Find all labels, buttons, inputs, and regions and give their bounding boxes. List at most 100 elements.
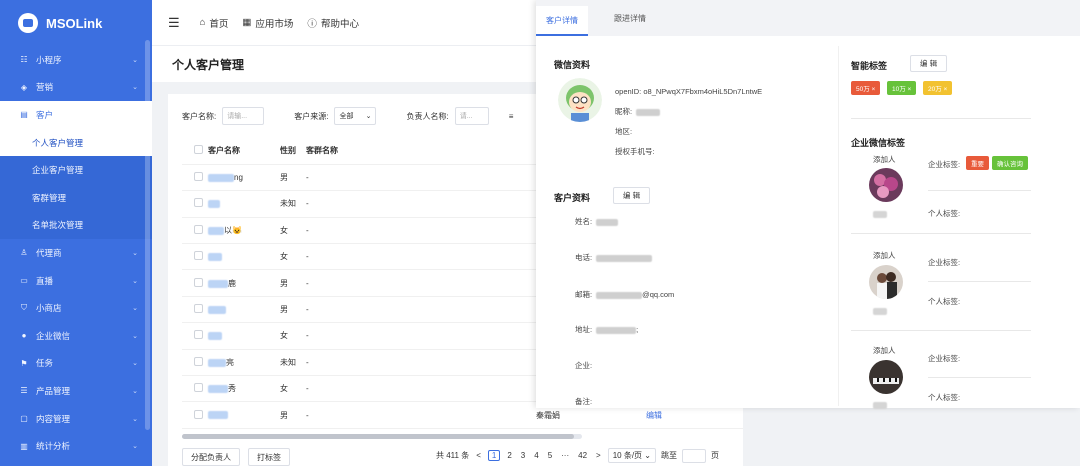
page-button[interactable]: 3 — [519, 451, 527, 460]
customer-name-cell[interactable]: 亮 — [208, 349, 280, 377]
gender-cell: 男 — [280, 269, 306, 297]
customer-name-suffix: 鹿 — [228, 278, 236, 288]
tag-button[interactable]: 打标签 — [248, 448, 290, 466]
jump-page-input[interactable] — [682, 448, 706, 463]
row-checkbox[interactable] — [194, 330, 203, 340]
sidebar-item-content[interactable]: ▢ 内容管理 ⌄ — [0, 405, 152, 433]
page-size-value: 10 条/页 — [612, 451, 643, 460]
gender-cell: 男 — [280, 164, 306, 192]
sidebar-item-agent[interactable]: ♙ 代理商 ⌄ — [0, 239, 152, 267]
table-horizontal-scrollbar[interactable] — [182, 434, 582, 439]
tab-customer-detail[interactable]: 客户详情 — [536, 6, 588, 36]
menu-toggle-icon[interactable]: ☰ — [168, 15, 180, 31]
customer-name-redacted — [208, 305, 226, 314]
name-filter-input[interactable]: 请输... — [222, 107, 265, 125]
sidebar-item-stats[interactable]: ▥ 统计分析 ⌄ — [0, 432, 152, 460]
next-page-button[interactable]: > — [594, 451, 603, 460]
scrollbar-thumb[interactable] — [182, 434, 574, 439]
row-checkbox[interactable] — [194, 383, 203, 393]
gender-cell: 女 — [280, 375, 306, 403]
page-button[interactable]: 2 — [505, 451, 513, 460]
table-footer: 分配负责人 打标签 共 411 条 < 1 2 3 4 5 ··· 42 > 1… — [182, 448, 743, 466]
row-select-cell — [182, 190, 208, 218]
row-checkbox[interactable] — [194, 409, 203, 419]
sidebar-subitem-batches[interactable]: 名单批次管理 — [0, 212, 152, 240]
sidebar-item-label: 个人客户管理 — [32, 137, 84, 148]
group-name-cell: - — [306, 217, 536, 245]
nav-home[interactable]: ⌂ 首页 — [200, 16, 229, 30]
row-select-cell — [182, 375, 208, 403]
row-checkbox[interactable] — [194, 198, 203, 208]
pagination-total: 共 411 条 — [436, 451, 470, 460]
page-ellipsis[interactable]: ··· — [559, 451, 571, 460]
sidebar-item-label: 统计分析 — [36, 441, 71, 452]
sidebar-item-wecom[interactable]: ● 企业微信 ⌄ — [0, 322, 152, 350]
company-tag[interactable]: 重要 — [966, 156, 989, 170]
sidebar-item-label: 代理商 — [36, 247, 62, 258]
sidebar-item-miniprogram[interactable]: ☷ 小程序 ⌄ — [0, 46, 152, 74]
sidebar-item-task[interactable]: ⚑ 任务 ⌄ — [0, 350, 152, 378]
chevron-down-icon: ⌄ — [132, 387, 138, 395]
chevron-down-icon: ⌄ — [132, 415, 138, 423]
sidebar-item-shop[interactable]: ⛉ 小商店 ⌄ — [0, 294, 152, 322]
logo-icon — [18, 13, 38, 33]
customer-name-cell[interactable] — [208, 296, 280, 324]
customer-name-cell[interactable] — [208, 243, 280, 271]
tab-follow-up-detail[interactable]: 跟进详情 — [604, 0, 656, 36]
sidebar-item-customer[interactable]: ▤ 客户 — [0, 101, 152, 129]
row-checkbox[interactable] — [194, 304, 203, 314]
sidebar-item-label: 小商店 — [36, 303, 62, 314]
customer-name-cell[interactable] — [208, 401, 280, 429]
region-field: 地区: — [615, 126, 632, 137]
row-checkbox[interactable] — [194, 172, 203, 182]
customer-name-cell[interactable]: 秀 — [208, 375, 280, 403]
smart-tag[interactable]: 20万 × — [923, 81, 953, 95]
email-label: 邮箱: — [575, 290, 593, 299]
row-checkbox[interactable] — [194, 251, 203, 261]
page-button[interactable]: 1 — [487, 450, 501, 461]
sidebar-scrollbar[interactable] — [145, 40, 150, 430]
nav-help[interactable]: ⓘ 帮助中心 — [307, 16, 359, 30]
page-button[interactable]: 42 — [576, 451, 589, 460]
smart-tag[interactable]: 10万 × — [887, 81, 917, 95]
customer-name-cell[interactable]: ng — [208, 164, 280, 192]
smart-tag[interactable]: 50万 × — [851, 81, 881, 95]
sidebar-item-live[interactable]: ▭ 直播 ⌄ — [0, 267, 152, 295]
info-icon: ⓘ — [307, 18, 317, 30]
couple-avatar-icon — [869, 265, 903, 299]
page-button[interactable]: 4 — [532, 451, 540, 460]
openid-field: openID: o8_NPwqX7Fbxm4oHiL5Dn7LntwE — [615, 87, 762, 96]
logo[interactable]: MSOLink — [0, 0, 152, 46]
sidebar-subitem-personal-customers[interactable]: 个人客户管理 — [0, 128, 152, 157]
customer-name-cell[interactable] — [208, 190, 280, 218]
company-tag[interactable]: 确认咨询 — [992, 156, 1028, 170]
sidebar-subitem-enterprise-customers[interactable]: 企业客户管理 — [0, 156, 152, 184]
col-header-name: 客户名称 — [208, 138, 280, 165]
row-select-cell — [182, 164, 208, 192]
nav-app-market[interactable]: ▦ 应用市场 — [242, 16, 293, 30]
row-checkbox[interactable] — [194, 224, 203, 234]
row-checkbox[interactable] — [194, 277, 203, 287]
sidebar-item-label: 内容管理 — [36, 413, 71, 424]
edit-customer-profile-button[interactable]: 编 辑 — [613, 187, 651, 204]
sidebar-subitem-groups[interactable]: 客群管理 — [0, 184, 152, 212]
sidebar-item-marketing[interactable]: ◈ 营销 ⌄ — [0, 74, 152, 102]
customer-name-cell[interactable]: 以😺 — [208, 217, 280, 245]
section-divider — [851, 118, 1031, 119]
customer-name-cell[interactable]: 鹿 — [208, 269, 280, 297]
customer-name-cell[interactable] — [208, 322, 280, 350]
source-filter-select[interactable]: 全部 ⌄ — [334, 107, 377, 125]
address-field: 地址:; — [575, 324, 638, 335]
page-size-select[interactable]: 10 条/页 ⌄ — [607, 448, 656, 463]
page-button[interactable]: 5 — [546, 451, 554, 460]
assign-owner-button[interactable]: 分配负责人 — [182, 448, 240, 466]
more-filters-icon[interactable]: ≡ — [509, 112, 514, 121]
owner-filter-input[interactable]: 请... — [454, 107, 489, 125]
region-label: 地区: — [615, 127, 633, 136]
edit-smart-tags-button[interactable]: 编 辑 — [910, 55, 948, 72]
row-checkbox[interactable] — [194, 356, 203, 366]
prev-page-button[interactable]: < — [474, 451, 483, 460]
source-filter-value: 全部 — [339, 113, 354, 120]
select-all-checkbox[interactable] — [194, 145, 203, 155]
sidebar-item-products[interactable]: ☰ 产品管理 ⌄ — [0, 377, 152, 405]
